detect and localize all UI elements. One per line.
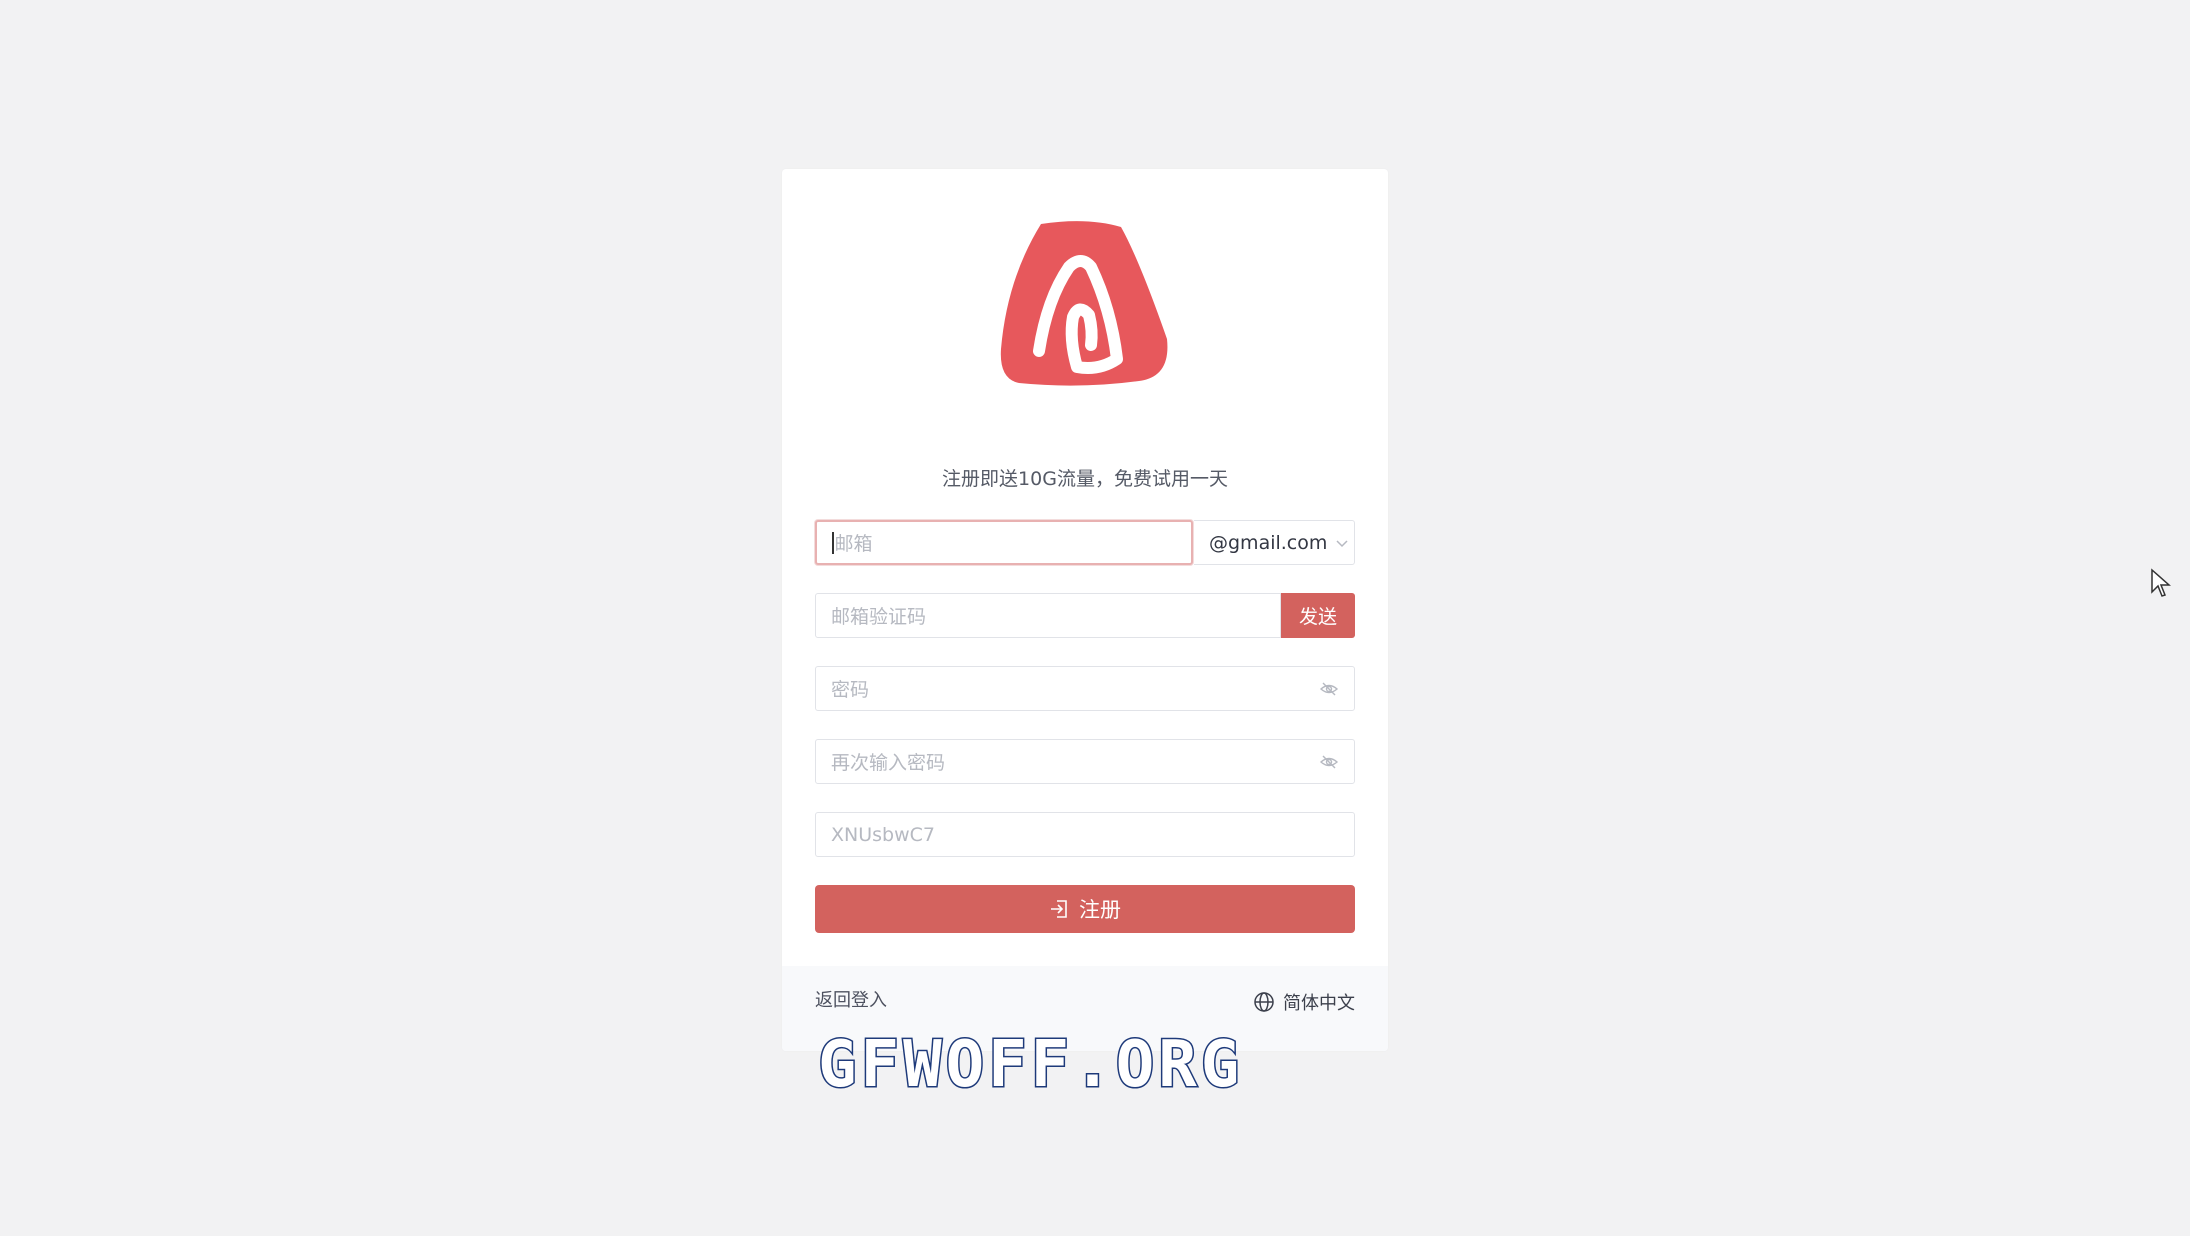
register-card: 注册即送10G流量，免费试用一天 邮箱 @gmail.com 邮箱验证码 发送 … (782, 169, 1388, 1051)
language-switcher[interactable]: 简体中文 (1253, 989, 1355, 1015)
invite-code-input[interactable]: XNUsbwC7 (815, 812, 1355, 857)
eye-off-icon[interactable] (1319, 679, 1339, 699)
text-caret (832, 531, 834, 554)
logo-icon (1000, 221, 1168, 386)
email-input[interactable]: 邮箱 (815, 520, 1193, 565)
email-domain-value: @gmail.com (1209, 531, 1328, 554)
password-confirm-placeholder: 再次输入密码 (831, 752, 946, 774)
cursor-icon (2151, 568, 2171, 597)
password-placeholder: 密码 (831, 679, 870, 701)
login-icon (1051, 900, 1067, 918)
email-placeholder: 邮箱 (834, 533, 873, 555)
language-label: 简体中文 (1283, 993, 1355, 1014)
password-input[interactable]: 密码 (815, 666, 1355, 711)
watermark-text: GFWOFF.ORG (817, 1028, 1244, 1102)
invite-code-value: XNUsbwC7 (831, 823, 935, 846)
register-tagline: 注册即送10G流量，免费试用一天 (942, 468, 1228, 490)
back-to-login-link[interactable]: 返回登入 (815, 986, 887, 1012)
register-button[interactable]: 注册 (815, 885, 1355, 933)
email-code-placeholder: 邮箱验证码 (831, 606, 927, 628)
email-code-input[interactable]: 邮箱验证码 (815, 593, 1281, 638)
password-confirm-input[interactable]: 再次输入密码 (815, 739, 1355, 784)
register-label: 注册 (1079, 898, 1121, 922)
chevron-down-icon (1336, 539, 1348, 547)
eye-off-icon[interactable] (1319, 752, 1339, 772)
email-domain-select[interactable]: @gmail.com (1194, 520, 1355, 565)
send-code-button[interactable]: 发送 (1281, 593, 1355, 638)
globe-icon (1254, 992, 1274, 1012)
